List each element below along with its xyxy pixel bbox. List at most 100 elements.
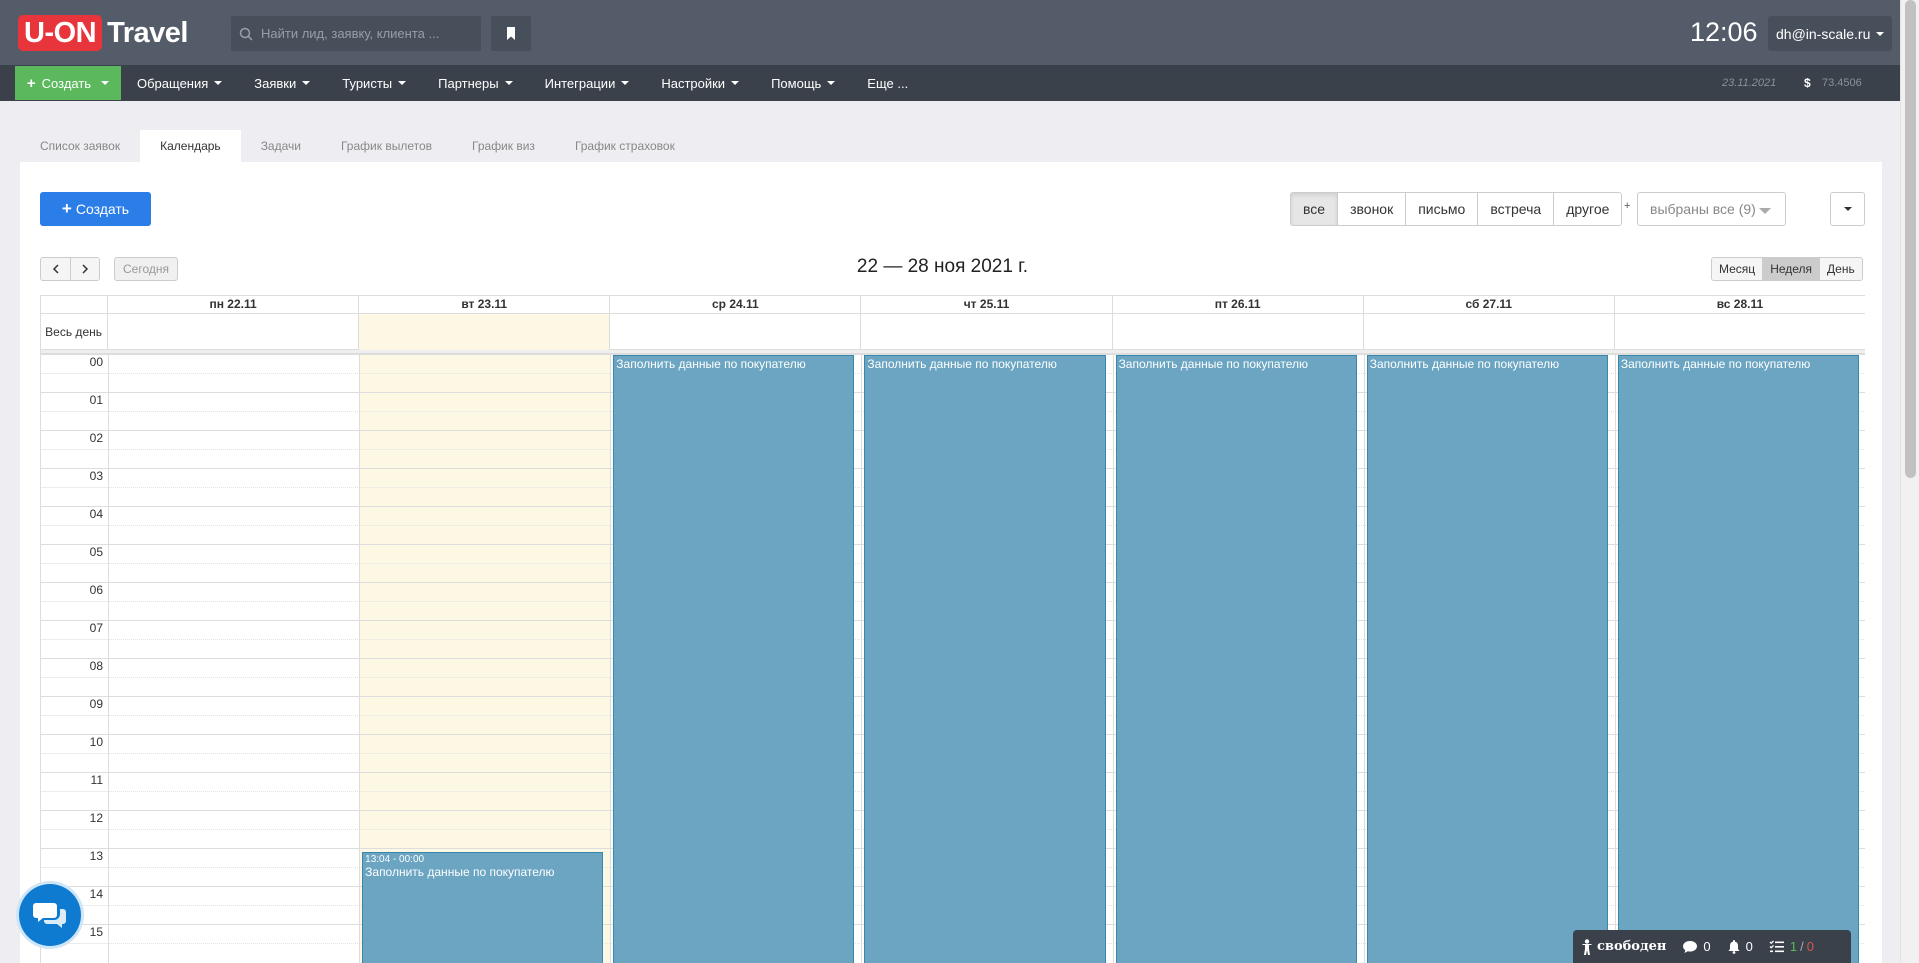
options-dropdown-button[interactable] (1830, 192, 1865, 226)
user-email: dh@in-scale.ru (1776, 25, 1871, 42)
day-column-divider (1363, 354, 1365, 963)
half-hour-tick (41, 525, 108, 526)
calendar-event[interactable]: Заполнить данные по покупателю (1617, 355, 1859, 963)
day-header[interactable]: пн 22.11 (108, 296, 360, 314)
chevron-down-icon (398, 81, 407, 85)
main-nav: + Создать Обращения Заявки Туристы Партн… (0, 65, 1900, 101)
chat-widget-button[interactable] (19, 884, 81, 946)
filter-other[interactable]: другое (1553, 193, 1622, 225)
day-header[interactable]: вс 28.11 (1614, 296, 1865, 314)
prev-week-button[interactable] (41, 258, 70, 280)
all-day-cell[interactable] (108, 314, 360, 350)
today-button[interactable]: Сегодня (114, 257, 178, 281)
event-title: Заполнить данные по покупателю (365, 864, 555, 879)
event-type-filter: все звонок письмо встреча другое (1290, 192, 1623, 226)
user-status[interactable]: свободен (1581, 938, 1666, 955)
dollar-icon: $ (1804, 76, 1811, 90)
filter-meeting[interactable]: встреча (1477, 193, 1554, 225)
event-title: Заполнить данные по покупателю (616, 357, 806, 371)
day-column-divider (108, 354, 109, 963)
bookmark-button[interactable] (491, 16, 531, 51)
view-week[interactable]: Неделя (1762, 258, 1820, 280)
calendar-event[interactable]: 13:04 - 00:00 Заполнить данные по покупат… (362, 851, 604, 963)
all-day-cell[interactable] (610, 314, 862, 350)
nav-item-requests[interactable]: Обращения (121, 65, 238, 101)
messages-counter[interactable]: 0 (1682, 939, 1711, 954)
all-day-cell[interactable] (1113, 314, 1364, 350)
day-header[interactable]: чт 25.11 (861, 296, 1113, 314)
chevron-down-icon (214, 81, 223, 85)
tasks-counter[interactable]: 1 / 0 (1769, 939, 1814, 954)
page-scrollbar[interactable] (1900, 0, 1919, 963)
search-icon (239, 27, 253, 41)
tab-orders-list[interactable]: Список заявок (20, 130, 140, 162)
create-event-label: Создать (75, 201, 130, 217)
half-hour-tick (41, 791, 108, 792)
tab-insurance-schedule[interactable]: График страховок (555, 130, 695, 162)
all-day-cell[interactable] (359, 314, 611, 350)
messages-count: 0 (1703, 939, 1711, 954)
filter-plus: + (1624, 200, 1631, 212)
view-day[interactable]: День (1819, 258, 1862, 280)
hour-label: 04 (89, 507, 103, 521)
day-header[interactable]: ср 24.11 (610, 296, 862, 314)
calendar-event[interactable]: Заполнить данные по покупателю (1366, 355, 1608, 963)
nav-item-label: Партнеры (438, 75, 499, 91)
nav-items: Обращения Заявки Туристы Партнеры Интегр… (121, 65, 924, 101)
assignee-select[interactable]: выбраны все (9) (1637, 192, 1786, 226)
tasks-done-count: 1 (1789, 939, 1798, 954)
nav-item-help[interactable]: Помощь (755, 65, 851, 101)
tab-visa-schedule[interactable]: График виз (452, 130, 555, 162)
nav-item-tourists[interactable]: Туристы (326, 65, 422, 101)
filter-letter[interactable]: письмо (1405, 193, 1478, 225)
half-hour-tick (41, 753, 108, 754)
calendar-event[interactable]: Заполнить данные по покупателю (1115, 355, 1357, 963)
nav-item-more[interactable]: Еще ... (851, 65, 924, 101)
plus-icon: + (61, 199, 72, 218)
nav-create-label: Создать (41, 75, 92, 91)
calendar-event[interactable]: Заполнить данные по покупателю (613, 355, 855, 963)
week-calendar: пн 22.11 вт 23.11 ср 24.11 чт 25.11 пт 26.11… (40, 295, 1865, 963)
day-header[interactable]: пт 26.11 (1112, 296, 1364, 314)
logo[interactable]: U-ON Travel (18, 15, 188, 51)
tab-flights-schedule[interactable]: График вылетов (321, 130, 452, 162)
nav-item-orders[interactable]: Заявки (238, 65, 326, 101)
nav-item-label: Туристы (342, 75, 393, 91)
chevron-left-icon (52, 264, 59, 274)
hour-label: 03 (89, 469, 103, 483)
chat-icon (33, 903, 66, 928)
assignee-select-value: выбраны все (9) (1650, 201, 1756, 217)
nav-item-label: Заявки (254, 75, 297, 91)
search-input[interactable] (261, 26, 471, 41)
day-header[interactable]: сб 27.11 (1363, 296, 1615, 314)
event-title: Заполнить данные по покупателю (1118, 357, 1308, 371)
day-column-divider (861, 354, 863, 963)
nav-create-button[interactable]: + Создать (15, 66, 121, 100)
next-week-button[interactable] (70, 258, 99, 280)
filter-call[interactable]: звонок (1337, 193, 1406, 225)
nav-item-settings[interactable]: Настройки (645, 65, 755, 101)
view-month[interactable]: Месяц (1712, 258, 1763, 280)
filter-all[interactable]: все (1291, 193, 1338, 225)
hour-label: 07 (89, 621, 103, 635)
all-day-cell[interactable] (1615, 314, 1865, 350)
user-menu[interactable]: dh@in-scale.ru (1768, 16, 1893, 51)
nav-item-integrations[interactable]: Интеграции (529, 65, 646, 101)
calendar-event[interactable]: Заполнить данные по покупателю (864, 355, 1106, 963)
currency-rate: 73.4506 (1822, 77, 1862, 89)
notifications-counter[interactable]: 0 (1727, 939, 1753, 954)
half-hour-tick (41, 677, 108, 678)
create-event-button[interactable]: + Создать (40, 192, 151, 226)
tab-tasks[interactable]: Задачи (241, 130, 321, 162)
all-day-cell[interactable] (861, 314, 1113, 350)
person-icon (1582, 938, 1592, 955)
search-box (231, 16, 481, 51)
nav-item-partners[interactable]: Партнеры (422, 65, 528, 101)
tab-calendar[interactable]: Календарь (140, 130, 241, 162)
hour-label: 11 (90, 773, 103, 787)
scroll-thumb[interactable] (1905, 0, 1916, 478)
day-header[interactable]: вт 23.11 (359, 296, 611, 314)
half-hour-tick (41, 639, 108, 640)
all-day-cell[interactable] (1364, 314, 1615, 350)
hour-label: 12 (89, 811, 103, 825)
